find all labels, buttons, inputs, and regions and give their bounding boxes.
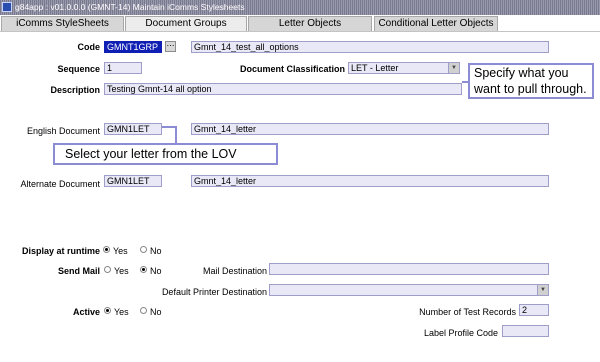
sequence-field[interactable]: 1	[104, 62, 142, 74]
active-yes-radio[interactable]	[104, 307, 111, 314]
code-description-field[interactable]: Gmnt_14_test_all_options	[191, 41, 549, 53]
description-field[interactable]: Testing Gmnt-14 all option	[104, 83, 462, 95]
chevron-down-icon[interactable]: ▼	[537, 285, 548, 295]
label-profile-field[interactable]	[502, 325, 549, 337]
send-mail-label: Send Mail	[57, 266, 100, 276]
ellipsis-icon: ⋯	[166, 41, 175, 50]
app-icon	[2, 2, 12, 12]
test-records-field[interactable]: 2	[519, 304, 549, 316]
window-title: g84app : v01.0.0.0 (GMNT-14) Maintain iC…	[15, 2, 245, 12]
english-doc-code-field[interactable]: GMN1LET	[104, 123, 162, 135]
chevron-down-icon[interactable]: ▼	[448, 63, 459, 73]
mail-destination-label: Mail Destination	[202, 266, 267, 276]
display-runtime-yes-radio[interactable]	[103, 246, 110, 253]
alt-doc-label: Alternate Document	[20, 179, 100, 189]
tab-document-groups[interactable]: Document Groups	[125, 16, 247, 31]
active-no-radio[interactable]	[140, 307, 147, 314]
tab-bar: iComms StyleSheets Document Groups Lette…	[0, 15, 600, 32]
tab-letter-objects[interactable]: Letter Objects	[248, 16, 372, 31]
callout-connector-3	[175, 126, 177, 144]
code-field[interactable]: GMNT1GRP	[104, 41, 162, 53]
window-titlebar: g84app : v01.0.0.0 (GMNT-14) Maintain iC…	[0, 0, 600, 15]
english-doc-desc-field[interactable]: Gmnt_14_letter	[191, 123, 549, 135]
send-mail-yes-label: Yes	[114, 266, 129, 276]
active-yes-label: Yes	[114, 307, 129, 317]
active-label: Active	[72, 307, 100, 317]
send-mail-no-radio[interactable]	[140, 266, 147, 273]
display-runtime-no-label: No	[150, 246, 162, 256]
select-letter-callout: Select your letter from the LOV	[53, 143, 278, 165]
display-runtime-yes-label: Yes	[113, 246, 128, 256]
callout-connector-2	[162, 126, 176, 128]
alt-doc-desc-field[interactable]: Gmnt_14_letter	[191, 175, 549, 187]
tab-conditional-letter-objects[interactable]: Conditional Letter Objects	[374, 16, 498, 31]
active-no-label: No	[150, 307, 162, 317]
display-runtime-label: Display at runtime	[21, 246, 100, 256]
test-records-label: Number of Test Records	[419, 307, 516, 317]
sequence-label: Sequence	[57, 64, 100, 74]
send-mail-no-label: No	[150, 266, 162, 276]
printer-destination-label: Default Printer Destination	[161, 287, 267, 297]
tab-icomms-stylesheets[interactable]: iComms StyleSheets	[1, 16, 124, 31]
printer-destination-select[interactable]: ▼	[269, 284, 549, 296]
description-label: Description	[50, 85, 100, 95]
label-profile-label: Label Profile Code	[423, 328, 498, 338]
alt-doc-code-field[interactable]: GMN1LET	[104, 175, 162, 187]
doc-class-value: LET - Letter	[351, 63, 399, 73]
english-doc-label: English Document	[26, 126, 100, 136]
specify-callout: Specify what you want to pull through.	[468, 63, 594, 99]
code-lov-button[interactable]: ⋯	[165, 41, 176, 52]
send-mail-yes-radio[interactable]	[104, 266, 111, 273]
doc-class-select[interactable]: LET - Letter ▼	[348, 62, 460, 74]
code-label: Code	[77, 42, 101, 52]
display-runtime-no-radio[interactable]	[140, 246, 147, 253]
tab-divider	[0, 31, 600, 32]
doc-class-label: Document Classification	[239, 64, 345, 74]
mail-destination-field[interactable]	[269, 263, 549, 275]
